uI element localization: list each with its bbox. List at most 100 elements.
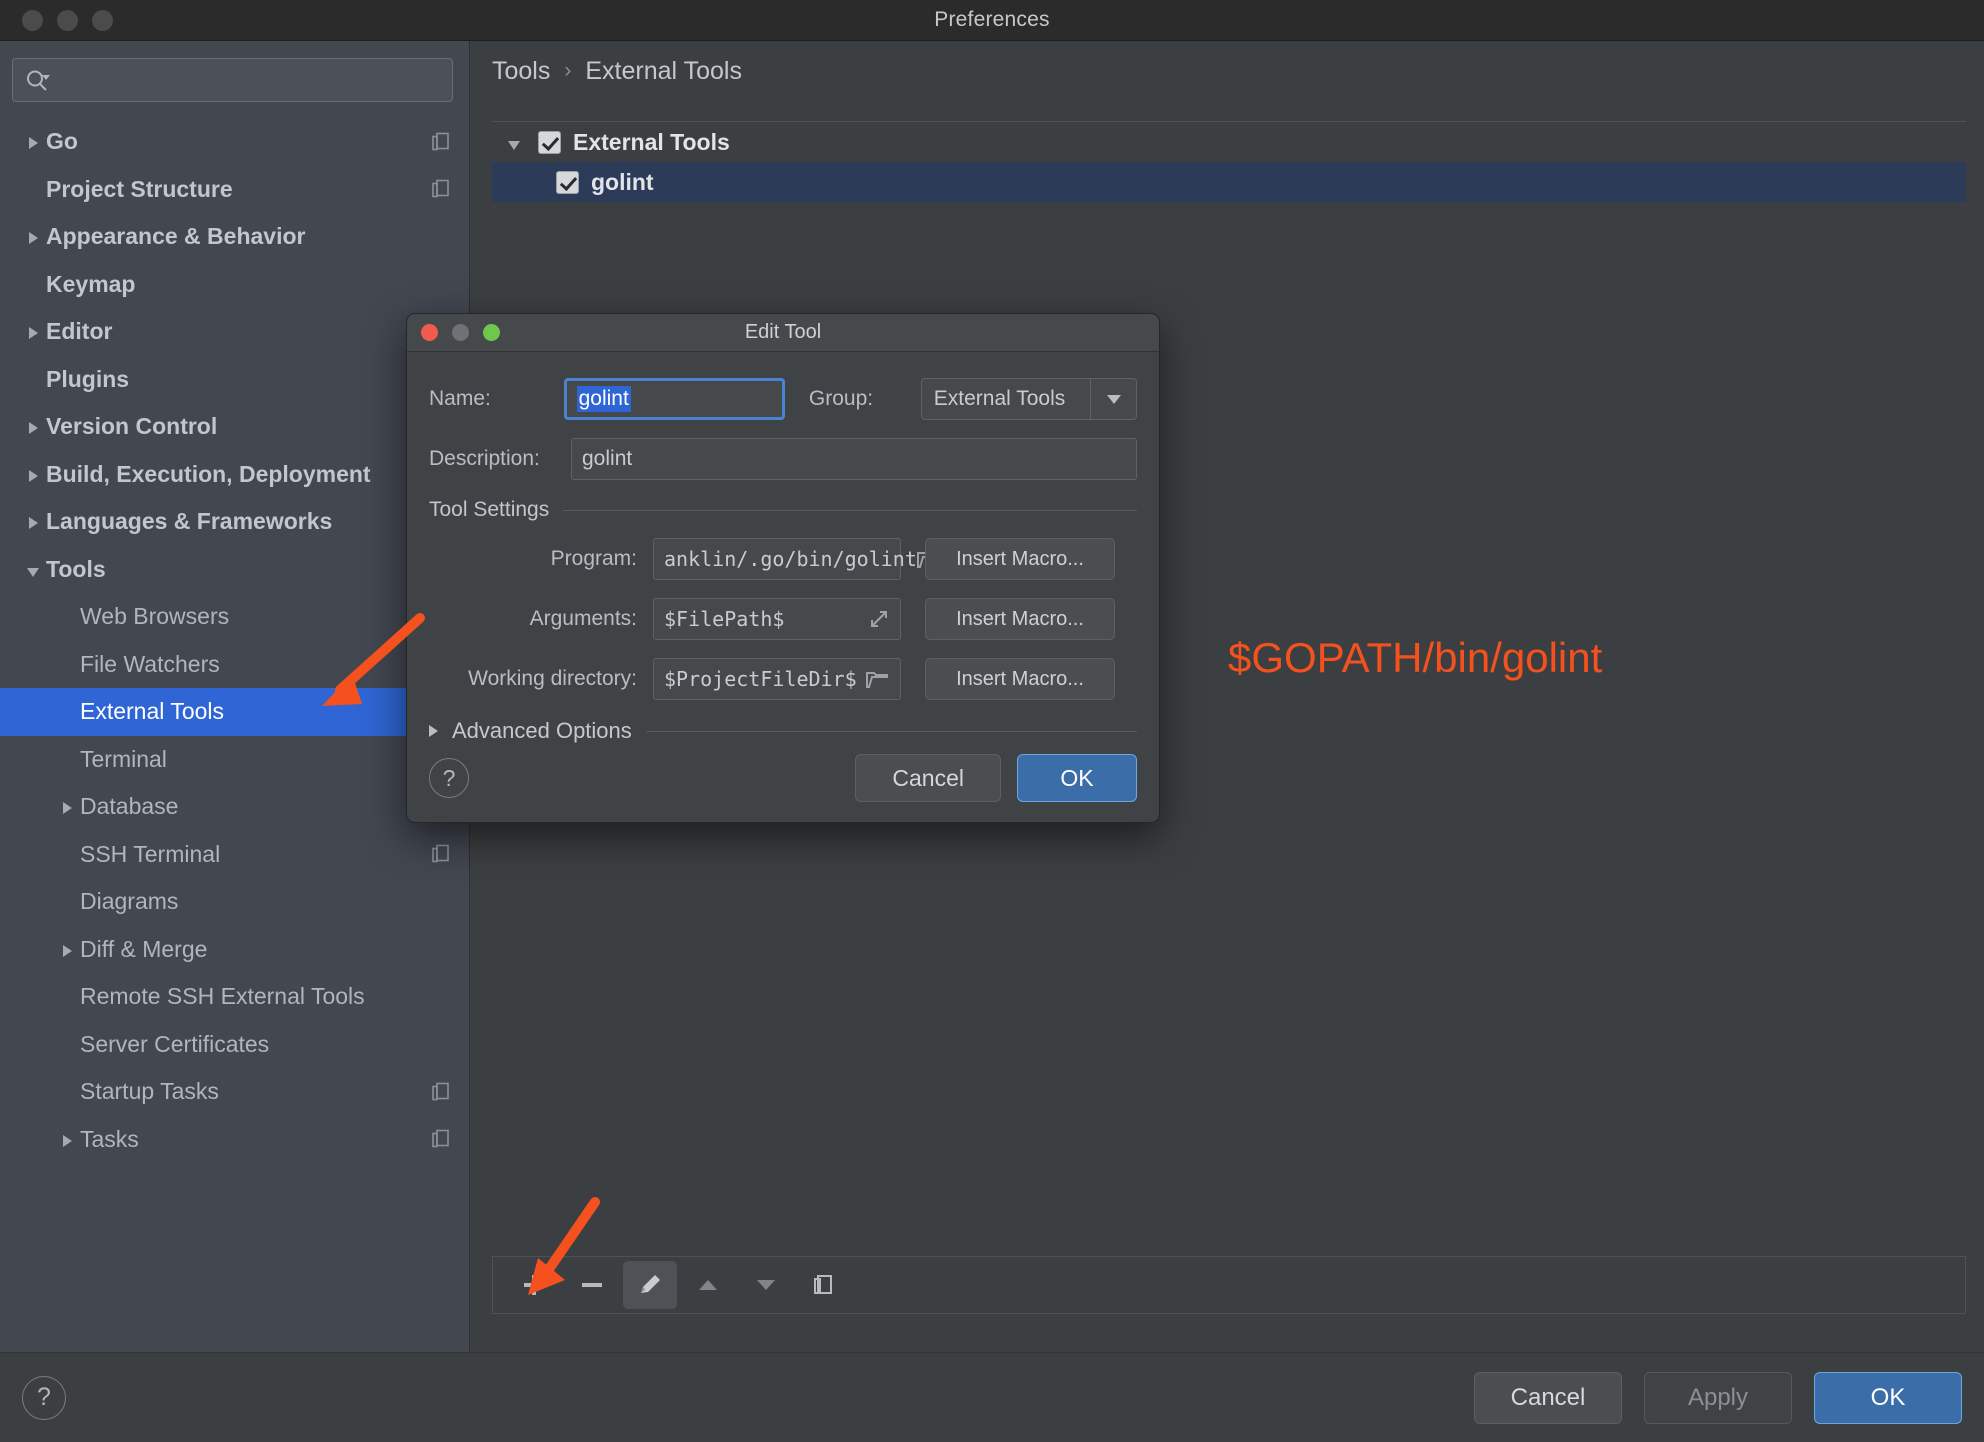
group-select-value: External Tools [933, 387, 1066, 410]
sidebar-item-label: Keymap [46, 270, 136, 297]
tools-list-toolbar [492, 1256, 1966, 1314]
name-label: Name: [429, 387, 491, 410]
chevron-right-icon[interactable] [22, 508, 44, 535]
sidebar-item-tasks[interactable]: Tasks [0, 1116, 469, 1164]
sidebar-item-label: File Watchers [80, 650, 220, 677]
sidebar-item-database[interactable]: Database [0, 783, 469, 831]
workdir-insert-macro-button[interactable]: Insert Macro... [925, 658, 1115, 700]
program-input[interactable]: anklin/.go/bin/golint [653, 538, 939, 580]
group-checkbox[interactable] [538, 130, 561, 154]
sidebar-item-label: SSH Terminal [80, 840, 221, 867]
sidebar-item-ssh-terminal[interactable]: SSH Terminal [0, 831, 469, 879]
move-down-button[interactable] [739, 1261, 793, 1309]
sidebar-item-terminal[interactable]: Terminal [0, 736, 469, 784]
chevron-right-icon[interactable] [22, 413, 44, 440]
copy-icon [432, 132, 449, 151]
arguments-input[interactable]: $FilePath$ [653, 598, 901, 640]
sidebar-item-label: Diff & Merge [80, 935, 208, 962]
program-insert-macro-button[interactable]: Insert Macro... [925, 538, 1115, 580]
ok-button[interactable]: OK [1814, 1371, 1962, 1424]
breadcrumb-parent[interactable]: Tools [492, 57, 550, 86]
sidebar-item-plugins[interactable]: Plugins [0, 356, 469, 404]
chevron-right-icon[interactable] [22, 461, 44, 488]
tools-group-label: External Tools [573, 128, 730, 155]
sidebar-item-diff-merge[interactable]: Diff & Merge [0, 926, 469, 974]
sidebar-item-label: Appearance & Behavior [46, 223, 306, 250]
sidebar-item-appearance-behavior[interactable]: Appearance & Behavior [0, 213, 469, 261]
arguments-row: Arguments: $FilePath$ Insert Macro... [429, 598, 1137, 640]
search-input[interactable] [12, 58, 453, 102]
workdir-input-value: $ProjectFileDir$ [664, 667, 857, 691]
sidebar-item-label: Server Certificates [80, 1030, 270, 1057]
item-checkbox[interactable] [556, 170, 579, 194]
tools-group-row[interactable]: External Tools [492, 122, 1966, 162]
chevron-right-icon[interactable] [56, 936, 78, 963]
sidebar-item-diagrams[interactable]: Diagrams [0, 878, 469, 926]
sidebar-item-version-control[interactable]: Version Control [0, 403, 469, 451]
add-button[interactable] [507, 1261, 561, 1309]
sidebar-item-project-structure[interactable]: Project Structure [0, 166, 469, 214]
apply-button[interactable]: Apply [1644, 1371, 1792, 1424]
breadcrumb-current: External Tools [585, 56, 742, 85]
description-label: Description: [429, 447, 540, 470]
sidebar-item-editor[interactable]: Editor [0, 308, 469, 356]
dialog-help-button[interactable]: ? [429, 758, 469, 798]
description-input[interactable]: golint [571, 438, 1137, 480]
sidebar-item-file-watchers[interactable]: File Watchers [0, 641, 469, 689]
group-select[interactable]: External Tools [920, 378, 1137, 420]
sidebar-item-label: Web Browsers [80, 603, 230, 630]
arguments-insert-macro-button[interactable]: Insert Macro... [925, 598, 1115, 640]
sidebar-item-tools[interactable]: Tools [0, 546, 469, 594]
sidebar-item-keymap[interactable]: Keymap [0, 261, 469, 309]
dialog-cancel-button[interactable]: Cancel [855, 754, 1001, 802]
dialog-title: Edit Tool [744, 321, 822, 343]
move-up-button[interactable] [681, 1261, 735, 1309]
edit-button[interactable] [623, 1261, 677, 1309]
chevron-right-icon[interactable] [56, 793, 78, 820]
cancel-button[interactable]: Cancel [1474, 1371, 1622, 1424]
sidebar-item-label: Project Structure [46, 175, 233, 202]
sidebar-item-go[interactable]: Go [0, 118, 469, 166]
sidebar-item-build-execution-deployment[interactable]: Build, Execution, Deployment [0, 451, 469, 499]
sidebar-item-label: Plugins [46, 365, 130, 392]
sidebar-item-web-browsers[interactable]: Web Browsers [0, 593, 469, 641]
chevron-down-icon[interactable] [502, 129, 526, 156]
sidebar-item-server-certificates[interactable]: Server Certificates [0, 1021, 469, 1069]
name-input-value: golint [576, 386, 631, 412]
description-row: Description: golint [429, 438, 1137, 480]
chevron-down-icon[interactable] [1090, 379, 1136, 419]
description-input-value: golint [582, 447, 633, 470]
sidebar-item-startup-tasks[interactable]: Startup Tasks [0, 1068, 469, 1116]
copy-button[interactable] [797, 1261, 851, 1309]
tools-item-row[interactable]: golint [492, 162, 1966, 202]
sidebar-item-label: Diagrams [80, 888, 179, 915]
chevron-right-icon[interactable] [22, 128, 44, 155]
chevron-down-icon[interactable] [22, 556, 44, 583]
copy-icon [432, 1129, 449, 1148]
chevron-right-icon[interactable] [22, 318, 44, 345]
dialog-body: Name: golint Group: External Tools Descr… [407, 352, 1159, 822]
remove-button[interactable] [565, 1261, 619, 1309]
help-button[interactable]: ? [22, 1375, 66, 1420]
tools-item-label: golint [591, 168, 654, 195]
advanced-options-toggle[interactable]: Advanced Options [429, 718, 1137, 744]
workdir-row: Working directory: $ProjectFileDir$ Inse… [429, 658, 1137, 700]
chevron-right-icon[interactable] [22, 223, 44, 250]
name-input[interactable]: golint [563, 378, 785, 420]
dialog-ok-button[interactable]: OK [1017, 754, 1137, 802]
sidebar-item-languages-frameworks[interactable]: Languages & Frameworks [0, 498, 469, 546]
expand-icon[interactable] [868, 608, 890, 630]
workdir-input[interactable]: $ProjectFileDir$ [653, 658, 901, 700]
sidebar-item-label: Remote SSH External Tools [80, 983, 365, 1010]
sidebar-item-external-tools[interactable]: External Tools [0, 688, 469, 736]
sidebar-item-remote-ssh-external-tools[interactable]: Remote SSH External Tools [0, 973, 469, 1021]
name-row: Name: golint Group: External Tools [429, 378, 1137, 420]
sidebar-item-label: Languages & Frameworks [46, 508, 333, 535]
sidebar-item-label: Tasks [80, 1125, 139, 1152]
copy-icon [432, 1082, 449, 1101]
breadcrumb-separator-icon: › [564, 59, 572, 82]
copy-icon [432, 844, 449, 863]
chevron-right-icon[interactable] [56, 1126, 78, 1153]
sidebar-item-label: Editor [46, 318, 113, 345]
folder-icon[interactable] [866, 670, 890, 689]
